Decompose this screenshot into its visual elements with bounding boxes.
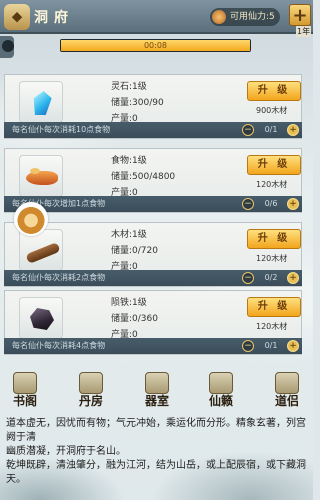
nav-immortal-music[interactable]: 仙籁 <box>196 372 246 412</box>
worker-count: 0/2 <box>264 273 278 282</box>
upgrade-button[interactable]: 升 级 <box>247 81 301 101</box>
upgrade-button[interactable]: 升 级 <box>247 155 301 175</box>
book-pavilion-icon <box>13 372 37 394</box>
nav-label: 器室 <box>144 394 169 408</box>
increase-worker-button[interactable]: + <box>287 124 299 136</box>
resource-name: 陨铁:1级 <box>111 298 147 308</box>
available-spirit-power: 可用仙力:5 <box>210 8 280 26</box>
resource-storage: 储量:0/360 <box>111 314 158 324</box>
worker-strip: 每名仙仆每次消耗2点食物 − 0/2 + <box>4 270 302 286</box>
lore-line: 道本虚无，因忧而有物；气元冲始，乘运化而分形。精象玄著，列宫阙于清 <box>6 418 306 443</box>
decrease-worker-button[interactable]: − <box>242 198 254 210</box>
increase-worker-button[interactable]: + <box>287 340 299 352</box>
cave-dwelling-badge-icon: ⬥ <box>4 4 30 30</box>
resource-name: 灵石:1级 <box>111 82 147 92</box>
upgrade-cost: 120木材 <box>256 254 288 263</box>
bottom-navigation: 书阁 丹房 器室 仙籁 道侣 <box>0 372 313 412</box>
lore-description: 道本虚无，因忧而有物；气元冲始，乘运化而分形。精象玄著，列宫阙于清 幽质潜凝，开… <box>6 417 308 487</box>
resource-card-iron: 陨铁:1级 储量:0/360 产量:0 升 级 120木材 每名仙仆每次消耗4点… <box>4 290 302 354</box>
decrease-worker-button[interactable]: − <box>242 272 254 284</box>
monkey-avatar-icon[interactable] <box>14 202 48 236</box>
decrease-worker-button[interactable]: − <box>242 124 254 136</box>
food-slot[interactable] <box>19 155 63 197</box>
resource-card-wood: 木材:1级 储量:0/720 产量:0 升 级 120木材 每名仙仆每次消耗2点… <box>4 222 302 286</box>
upgrade-cost: 120木材 <box>256 322 288 331</box>
resource-storage: 储量:300/90 <box>111 98 164 108</box>
resource-name: 木材:1级 <box>111 230 147 240</box>
nav-dao-companion[interactable]: 道侣 <box>262 372 312 412</box>
year-label: 1年 <box>296 26 312 37</box>
worker-consumption-text: 每名仙仆每次消耗2点食物 <box>12 273 106 282</box>
worker-consumption-text: 每名仙仆每次消耗10点食物 <box>12 125 111 134</box>
increase-worker-button[interactable]: + <box>287 272 299 284</box>
top-header: ⬥ 洞府 可用仙力:5 + 1年 <box>0 0 313 37</box>
resource-storage: 储量:0/720 <box>111 246 158 256</box>
worker-count: 0/6 <box>264 199 278 208</box>
wood-icon <box>25 241 61 265</box>
nav-artifact-room[interactable]: 器室 <box>132 372 182 412</box>
artifact-room-icon <box>145 372 169 394</box>
worker-strip: 每名仙仆每次增加1点食物 − 0/6 + <box>4 196 302 212</box>
spirit-stone-slot[interactable] <box>19 81 63 123</box>
alchemy-room-icon <box>79 372 103 394</box>
spirit-power-icon <box>212 10 226 24</box>
timer-progress-bar: 00:08 <box>60 39 251 52</box>
progress-timer-text: 00:08 <box>143 41 168 50</box>
worker-count: 0/1 <box>264 341 278 350</box>
spirit-power-label: 可用仙力:5 <box>230 12 275 22</box>
iron-icon <box>30 308 54 330</box>
decrease-worker-button[interactable]: − <box>242 340 254 352</box>
resource-name: 食物:1级 <box>111 156 147 166</box>
worker-count: 0/1 <box>264 125 278 134</box>
upgrade-cost: 120木材 <box>256 180 288 189</box>
nav-label: 仙籁 <box>208 394 233 408</box>
nav-label: 道侣 <box>274 394 299 408</box>
increase-worker-button[interactable]: + <box>287 198 299 210</box>
worker-strip: 每名仙仆每次消耗10点食物 − 0/1 + <box>4 122 302 138</box>
resource-card-spirit-stone: 灵石:1级 储量:300/90 产量:0 升 级 900木材 每名仙仆每次消耗1… <box>4 74 302 138</box>
dao-companion-icon <box>275 372 299 394</box>
back-button[interactable] <box>0 36 14 58</box>
immortal-music-icon <box>209 372 233 394</box>
resource-card-food: 食物:1级 储量:500/4800 产量:0 升 级 120木材 每名仙仆每次增… <box>4 148 302 212</box>
iron-slot[interactable] <box>19 297 63 339</box>
food-icon <box>26 168 58 185</box>
back-icon <box>2 40 14 52</box>
worker-consumption-text: 每名仙仆每次消耗4点食物 <box>12 341 106 350</box>
nav-label: 书阁 <box>12 394 37 408</box>
resource-storage: 储量:500/4800 <box>111 172 176 182</box>
nav-alchemy-room[interactable]: 丹房 <box>66 372 116 412</box>
upgrade-button[interactable]: 升 级 <box>247 297 301 317</box>
page-title: 洞府 <box>34 10 74 26</box>
spirit-stone-icon <box>31 91 52 115</box>
nav-label: 丹房 <box>78 394 103 408</box>
worker-strip: 每名仙仆每次消耗4点食物 − 0/1 + <box>4 338 302 354</box>
upgrade-button[interactable]: 升 级 <box>247 229 301 249</box>
lore-line: 幽质潜凝，开洞府于名山。 <box>6 446 126 457</box>
upgrade-cost: 900木材 <box>256 106 288 115</box>
add-spirit-button[interactable]: + <box>289 4 311 26</box>
nav-book-pavilion[interactable]: 书阁 <box>0 372 50 412</box>
lore-line: 乾坤既辟，清浊肇分，融为江河，结为山岳，或上配辰宿，或下藏洞天。 <box>6 460 306 485</box>
